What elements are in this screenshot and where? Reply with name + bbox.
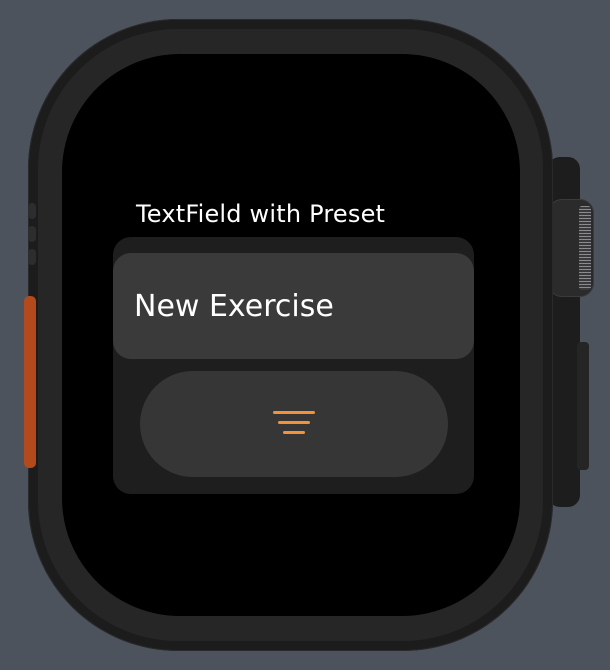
watch-screen: TextField with Preset New Exercise xyxy=(62,54,520,616)
exercise-name-field[interactable]: New Exercise xyxy=(113,253,474,359)
textfield-panel: New Exercise xyxy=(113,237,474,494)
side-button[interactable] xyxy=(577,342,589,470)
speaker-hole xyxy=(28,226,36,242)
canvas: TextField with Preset New Exercise xyxy=(0,0,610,670)
speaker-hole xyxy=(28,249,36,265)
speaker-hole xyxy=(28,203,36,219)
action-button[interactable] xyxy=(24,296,36,468)
line-decrease-icon xyxy=(273,411,315,437)
digital-crown[interactable] xyxy=(548,199,594,297)
page-title: TextField with Preset xyxy=(136,200,386,228)
exercise-name-value: New Exercise xyxy=(134,288,334,324)
crown-ridges xyxy=(579,206,591,290)
preset-button[interactable] xyxy=(140,371,448,477)
